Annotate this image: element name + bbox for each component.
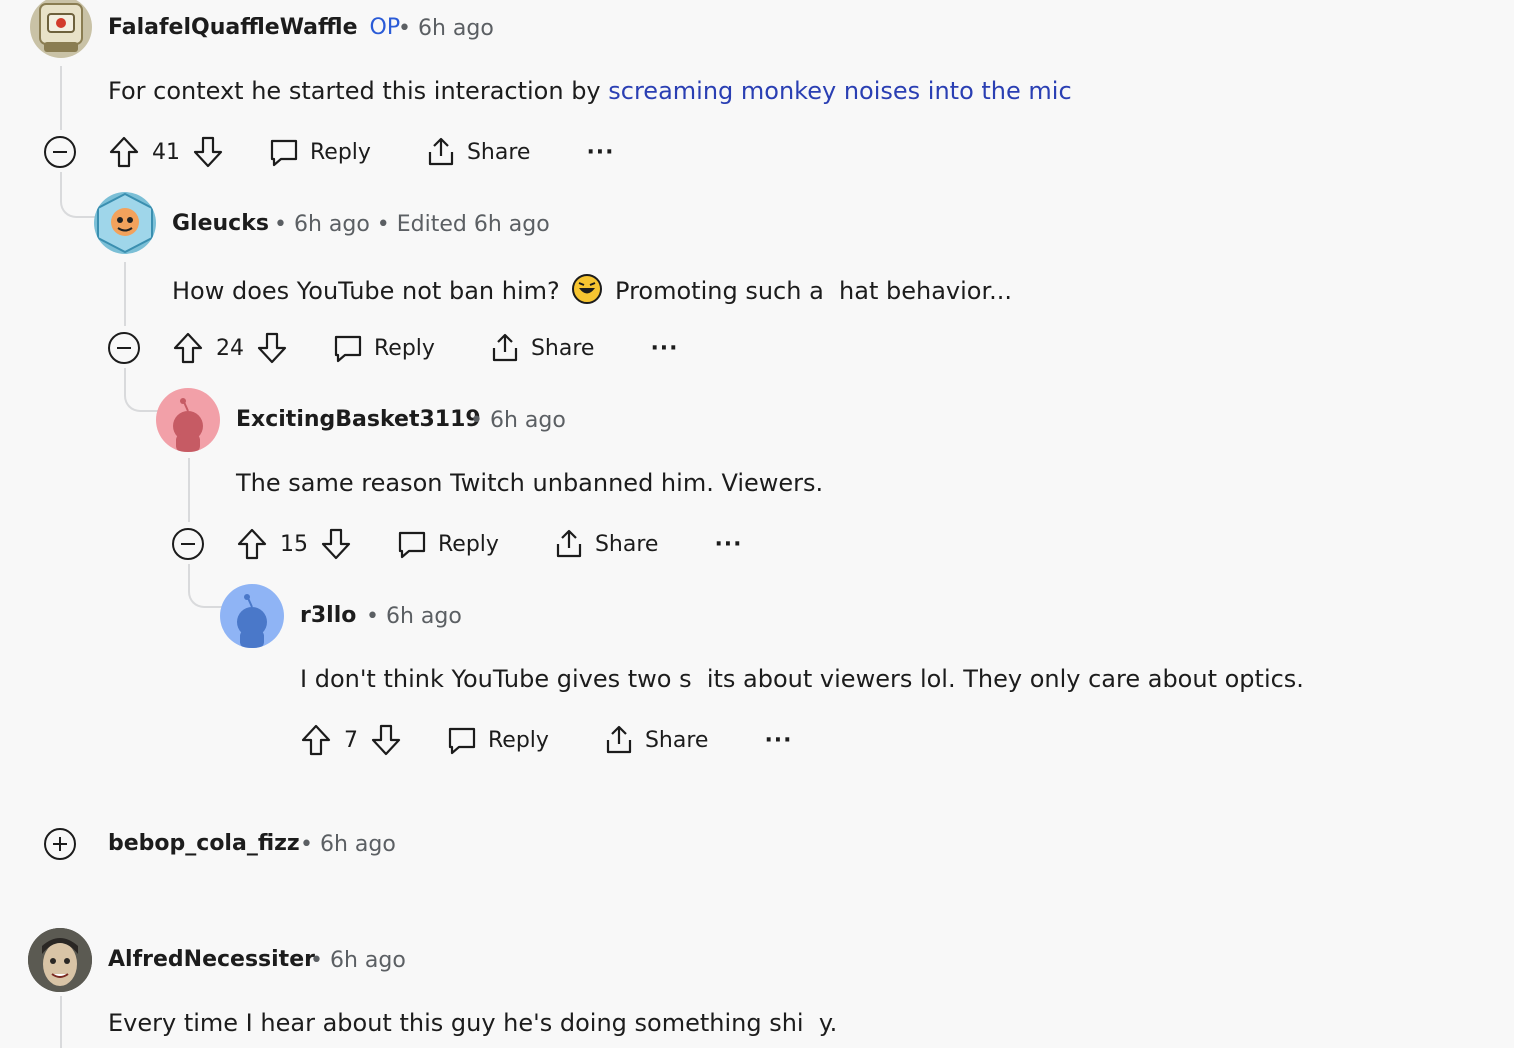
comment-username[interactable]: AlfredNecessiter <box>108 947 315 972</box>
comment-actions: 24 Reply Share ··· <box>172 328 679 368</box>
minus-circle-icon <box>44 136 76 168</box>
comment-username[interactable]: Gleucks <box>172 211 269 236</box>
arrow-down-icon <box>257 332 287 364</box>
upvote-button[interactable] <box>172 331 204 365</box>
comment-meta: • 6h ago <box>366 604 462 629</box>
arrow-down-icon <box>321 528 351 560</box>
reply-button[interactable]: Reply <box>396 528 499 560</box>
thread-line <box>188 458 190 522</box>
comment-actions: 41 Reply Share ··· <box>108 132 615 172</box>
comment-username[interactable]: r3llo <box>300 603 356 628</box>
comment-body-text: How does YouTube not ban him? <box>172 277 560 305</box>
share-label: Share <box>644 727 709 753</box>
reply-label: Reply <box>374 335 435 361</box>
more-options-button[interactable]: ··· <box>714 532 742 557</box>
comment-body-text: Promoting such a hat behavior... <box>615 277 1013 305</box>
vote-count: 41 <box>152 139 180 165</box>
expand-button[interactable] <box>43 827 77 861</box>
thread-connector <box>188 564 224 608</box>
comment-meta: • 6h ago <box>470 408 566 433</box>
speech-bubble-icon <box>398 531 426 559</box>
comment-actions: 15 Reply Share ··· <box>236 524 743 564</box>
comment-actions: 7 Reply Share ··· <box>300 720 793 760</box>
comment-body: Every time I hear about this guy he's do… <box>108 1009 838 1037</box>
downvote-button[interactable] <box>256 331 288 365</box>
thread-connector <box>124 368 160 412</box>
share-label: Share <box>530 335 595 361</box>
avatar[interactable] <box>220 584 284 648</box>
speech-bubble-icon <box>448 727 476 755</box>
arrow-up-icon <box>237 528 267 560</box>
share-button[interactable]: Share <box>425 136 531 168</box>
avatar[interactable] <box>28 928 92 992</box>
arrow-up-icon <box>173 332 203 364</box>
reply-label: Reply <box>488 727 549 753</box>
comment-body: For context he started this interaction … <box>108 77 1072 105</box>
comment-username[interactable]: FalafelQuaffleWaffle OP <box>108 15 400 40</box>
vote-count: 15 <box>280 531 308 557</box>
downvote-button[interactable] <box>320 527 352 561</box>
comment-username[interactable]: bebop_cola_fizz <box>108 831 300 856</box>
username-text[interactable]: FalafelQuaffleWaffle <box>108 15 358 40</box>
minus-circle-icon <box>172 528 204 560</box>
plus-circle-icon <box>44 828 76 860</box>
more-options-button[interactable]: ··· <box>650 336 678 361</box>
more-options-button[interactable]: ··· <box>764 728 792 753</box>
comment-meta: • 6h ago <box>310 948 406 973</box>
share-icon <box>556 529 582 558</box>
comment-body: The same reason Twitch unbanned him. Vie… <box>236 469 824 497</box>
collapse-button[interactable] <box>43 135 77 169</box>
op-badge: OP <box>369 15 401 40</box>
reply-button[interactable]: Reply <box>332 332 435 364</box>
share-icon <box>492 333 518 362</box>
thread-line <box>124 262 126 326</box>
comment-body-text: For context he started this interaction … <box>108 77 609 105</box>
downvote-button[interactable] <box>370 723 402 757</box>
thread-line <box>60 996 62 1048</box>
reply-label: Reply <box>438 531 499 557</box>
downvote-button[interactable] <box>192 135 224 169</box>
upvote-button[interactable] <box>300 723 332 757</box>
upvote-button[interactable] <box>108 135 140 169</box>
share-label: Share <box>594 531 659 557</box>
comment-link[interactable]: screaming monkey noises into the mic <box>608 77 1071 105</box>
avatar[interactable] <box>30 0 92 58</box>
vote-count: 7 <box>344 727 358 753</box>
thread-connector <box>60 172 96 218</box>
thread-line <box>60 66 62 130</box>
share-button[interactable]: Share <box>553 528 659 560</box>
comment-body: How does YouTube not ban him? Promoting … <box>172 273 1012 311</box>
minus-circle-icon <box>108 332 140 364</box>
collapse-button[interactable] <box>107 331 141 365</box>
reply-label: Reply <box>310 139 371 165</box>
reply-button[interactable]: Reply <box>446 724 549 756</box>
share-button[interactable]: Share <box>489 332 595 364</box>
comment-meta: • 6h ago <box>398 16 494 41</box>
avatar[interactable] <box>156 388 220 452</box>
share-icon <box>606 725 632 754</box>
reply-button[interactable]: Reply <box>268 136 371 168</box>
comment-meta: • 6h ago <box>300 832 396 857</box>
laughing-emoji-icon <box>571 273 603 311</box>
comment-meta: • 6h ago • Edited 6h ago <box>274 212 550 237</box>
arrow-up-icon <box>109 136 139 168</box>
comment-body: I don't think YouTube gives two s its ab… <box>300 665 1304 693</box>
more-options-button[interactable]: ··· <box>586 140 614 165</box>
speech-bubble-icon <box>334 335 362 363</box>
arrow-up-icon <box>301 724 331 756</box>
arrow-down-icon <box>193 136 223 168</box>
avatar[interactable] <box>94 192 156 254</box>
share-icon <box>428 137 454 166</box>
arrow-down-icon <box>371 724 401 756</box>
speech-bubble-icon <box>270 139 298 167</box>
share-button[interactable]: Share <box>603 724 709 756</box>
comment-username[interactable]: ExcitingBasket3119 <box>236 407 481 432</box>
share-label: Share <box>466 139 531 165</box>
vote-count: 24 <box>216 335 244 361</box>
collapse-button[interactable] <box>171 527 205 561</box>
upvote-button[interactable] <box>236 527 268 561</box>
